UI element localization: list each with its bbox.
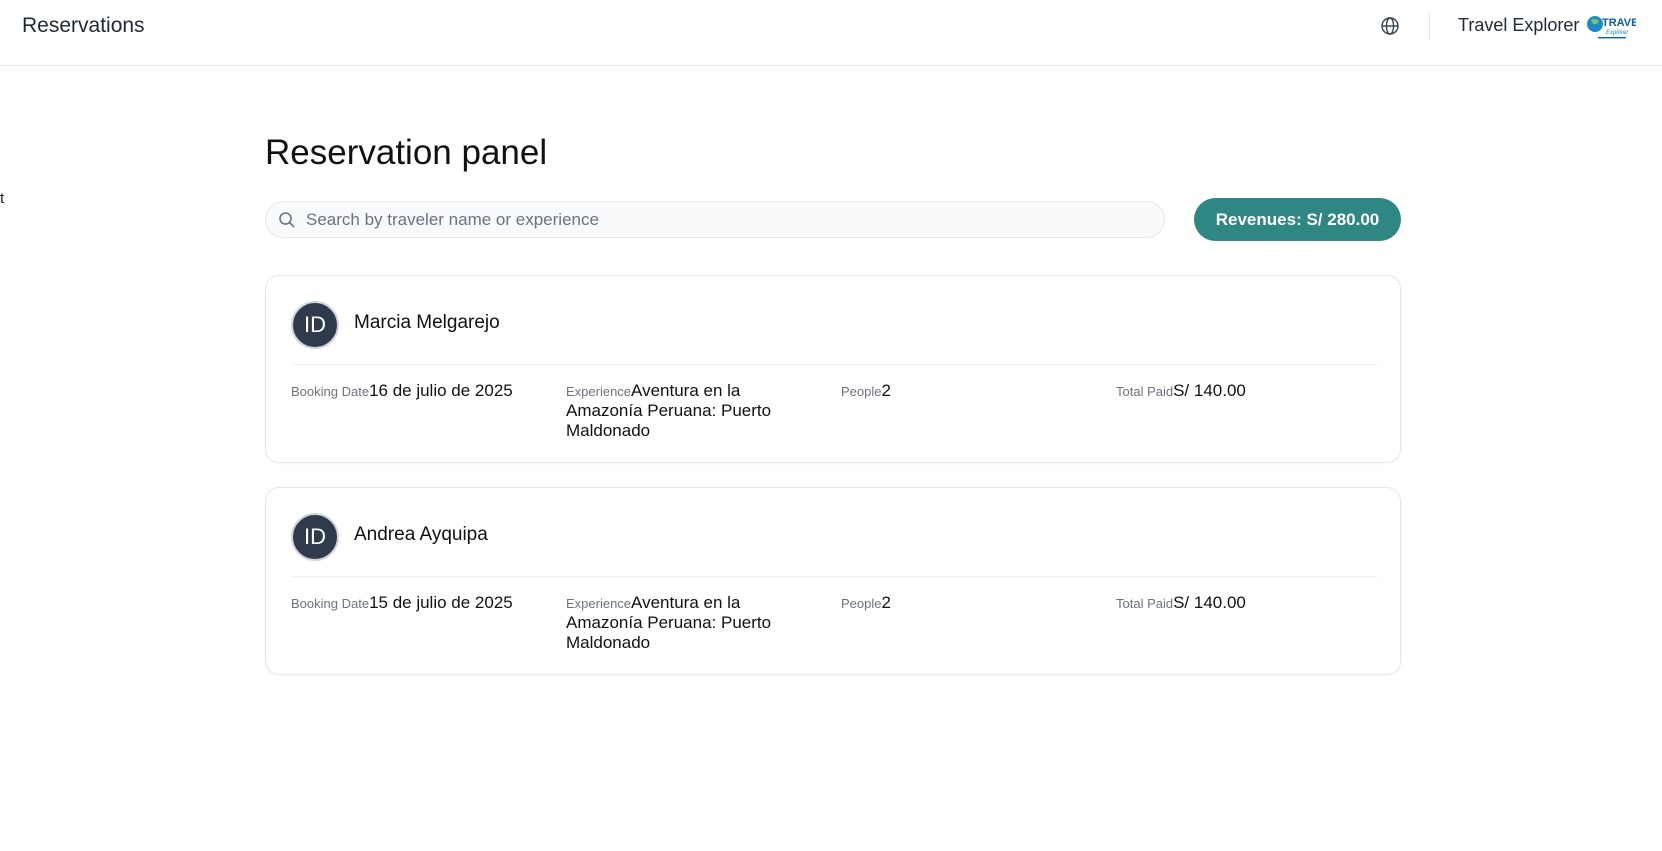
card-divider <box>291 576 1378 577</box>
experience-field: ExperienceAventura en la Amazonía Peruan… <box>566 381 796 441</box>
card-divider <box>291 364 1378 365</box>
search-input[interactable] <box>306 202 1146 237</box>
experience-label: Experience <box>566 596 632 611</box>
total-paid-value: S/ 140.00 <box>1173 593 1246 612</box>
app-title: Reservations <box>22 14 145 37</box>
people-value: 2 <box>881 593 891 612</box>
booking-date-label: Booking Date <box>291 596 370 611</box>
globe-icon[interactable] <box>1380 16 1400 36</box>
total-paid-label: Total Paid <box>1116 596 1174 611</box>
booking-date-value: 15 de julio de 2025 <box>369 593 513 612</box>
header-divider <box>1429 12 1430 40</box>
total-paid-value: S/ 140.00 <box>1173 381 1246 400</box>
avatar: ID <box>291 301 339 349</box>
reservation-card: ID Marcia Melgarejo Booking Date16 de ju… <box>265 275 1401 463</box>
experience-field: ExperienceAventura en la Amazonía Peruan… <box>566 593 796 653</box>
booking-date-label: Booking Date <box>291 384 370 399</box>
svg-text:Explorer: Explorer <box>1606 30 1629 36</box>
total-paid-field: Total PaidS/ 140.00 <box>1116 381 1346 401</box>
traveler-name: Marcia Melgarejo <box>354 312 500 333</box>
total-paid-label: Total Paid <box>1116 384 1174 399</box>
total-paid-field: Total PaidS/ 140.00 <box>1116 593 1346 613</box>
top-bar: Reservations Travel Explorer TRAVEL Expl… <box>0 0 1662 66</box>
experience-label: Experience <box>566 384 632 399</box>
brand-name[interactable]: Travel Explorer <box>1458 15 1579 36</box>
booking-date-field: Booking Date15 de julio de 2025 <box>291 593 521 613</box>
travel-explorer-logo: TRAVEL Explorer <box>1587 16 1636 39</box>
people-label: People <box>841 596 882 611</box>
page-title: Reservation panel <box>265 133 548 172</box>
reservation-card: ID Andrea Ayquipa Booking Date15 de juli… <box>265 487 1401 675</box>
booking-date-field: Booking Date16 de julio de 2025 <box>291 381 521 401</box>
booking-date-value: 16 de julio de 2025 <box>369 381 513 400</box>
people-field: People2 <box>841 593 1071 613</box>
people-field: People2 <box>841 381 1071 401</box>
stray-text: t <box>0 190 5 207</box>
svg-text:TRAVEL: TRAVEL <box>1602 17 1636 29</box>
people-label: People <box>841 384 882 399</box>
people-value: 2 <box>881 381 891 400</box>
search-bar[interactable] <box>265 201 1165 238</box>
search-icon <box>279 212 295 228</box>
traveler-name: Andrea Ayquipa <box>354 524 488 545</box>
revenue-button[interactable]: Revenues: S/ 280.00 <box>1194 198 1401 241</box>
avatar: ID <box>291 513 339 561</box>
